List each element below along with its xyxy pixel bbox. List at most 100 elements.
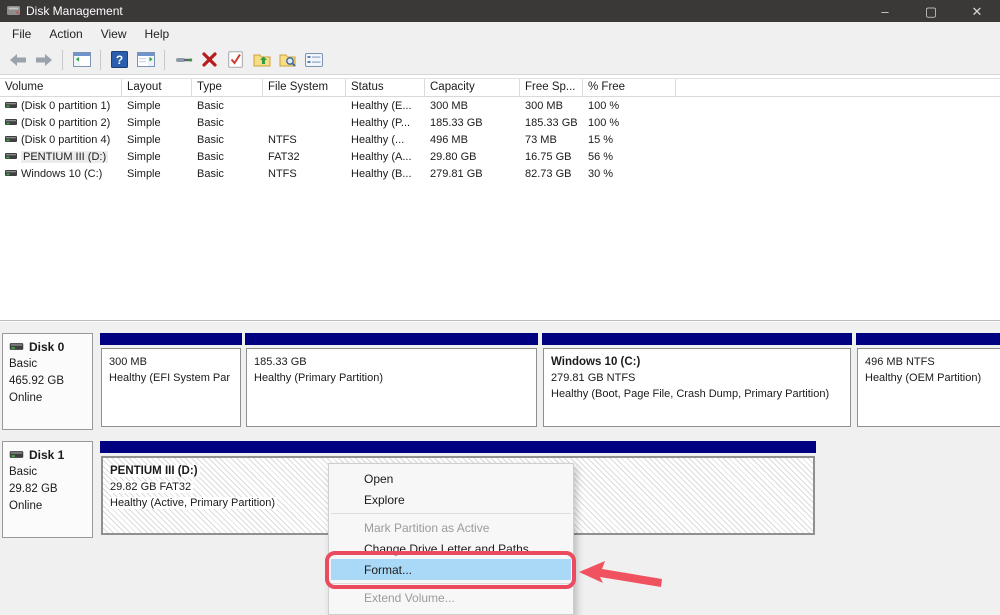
volume-name: PENTIUM III (D:) [21,151,108,163]
folder-up-icon[interactable] [251,49,272,70]
table-row[interactable]: PENTIUM III (D:)SimpleBasicFAT32Healthy … [0,148,1000,165]
volume-list-rows: (Disk 0 partition 1)SimpleBasicHealthy (… [0,97,1000,182]
device-tool-icon[interactable] [173,49,194,70]
table-cell: Simple [122,100,192,112]
partition-size: 279.81 GB NTFS [551,370,843,386]
context-menu-item-format[interactable]: Format... [331,559,571,580]
column-header[interactable]: % Free [583,79,676,96]
partition[interactable]: 496 MB NTFSHealthy (OEM Partition) [856,333,1000,430]
table-cell: (Disk 0 partition 4) [0,134,122,146]
console-tree-icon[interactable] [71,49,92,70]
disk-label-box[interactable]: Disk 0Basic465.92 GBOnline [2,333,93,430]
properties-icon[interactable] [303,49,324,70]
context-menu-item-mark-partition-as-active: Mark Partition as Active [331,517,571,538]
check-document-icon[interactable] [225,49,246,70]
context-menu-item-explore[interactable]: Explore [331,489,571,510]
partition-size: 496 MB NTFS [865,354,1000,370]
menu-separator [331,583,571,584]
minimize-button[interactable]: – [862,0,908,22]
table-cell: FAT32 [263,151,346,163]
table-cell: 279.81 GB [425,168,520,180]
table-cell: 300 MB [425,100,520,112]
volume-disk-icon [5,100,17,112]
window-controls: – ▢ ✕ [862,0,1000,22]
column-header[interactable]: Free Sp... [520,79,583,96]
menu-help[interactable]: Help [136,22,179,45]
partitions-area: 300 MBHealthy (EFI System Par185.33 GBHe… [97,333,1000,430]
partition-color-strip [856,333,1000,345]
table-cell: Healthy (... [346,134,425,146]
disk-icon [9,447,24,464]
table-row[interactable]: (Disk 0 partition 4)SimpleBasicNTFSHealt… [0,131,1000,148]
forward-icon[interactable] [33,49,54,70]
column-header[interactable]: Status [346,79,425,96]
delete-icon[interactable] [199,49,220,70]
table-cell: NTFS [263,168,346,180]
table-cell: Basic [192,151,263,163]
table-cell: 300 MB [520,100,583,112]
partition-info-box: 185.33 GBHealthy (Primary Partition) [246,348,537,427]
folder-search-icon[interactable] [277,49,298,70]
partition-color-strip [542,333,852,345]
disk-label-box[interactable]: Disk 1Basic29.82 GBOnline [2,441,93,538]
table-cell: (Disk 0 partition 1) [0,100,122,112]
table-cell: Windows 10 (C:) [0,168,122,180]
partition-color-strip [245,333,538,345]
column-header[interactable]: Volume [0,79,122,96]
table-cell: Simple [122,168,192,180]
table-cell: Healthy (E... [346,100,425,112]
partition-status: Healthy (Primary Partition) [254,370,529,386]
context-menu: OpenExplore Mark Partition as ActiveChang… [328,463,574,615]
partition-info-box: Windows 10 (C:)279.81 GB NTFSHealthy (Bo… [543,348,851,427]
context-menu-item-change-drive-letter-and-paths[interactable]: Change Drive Letter and Paths... [331,538,571,559]
table-cell: NTFS [263,134,346,146]
table-cell: Simple [122,117,192,129]
toolbar-separator [100,50,101,70]
table-row[interactable]: Windows 10 (C:)SimpleBasicNTFSHealthy (B… [0,165,1000,182]
menu-separator [331,513,571,514]
menu-view[interactable]: View [92,22,136,45]
table-cell: Simple [122,151,192,163]
table-cell: Healthy (P... [346,117,425,129]
help-icon[interactable]: ? [109,49,130,70]
menu-file[interactable]: File [3,22,40,45]
menu-action[interactable]: Action [40,22,91,45]
table-row[interactable]: (Disk 0 partition 2)SimpleBasicHealthy (… [0,114,1000,131]
volume-name: (Disk 0 partition 1) [21,100,110,112]
close-button[interactable]: ✕ [954,0,1000,22]
table-cell: 56 % [583,151,676,163]
disk-kind: Basic [9,356,92,373]
toolbar-separator [164,50,165,70]
context-menu-item-open[interactable]: Open [331,468,571,489]
column-header[interactable]: File System [263,79,346,96]
table-row[interactable]: (Disk 0 partition 1)SimpleBasicHealthy (… [0,97,1000,114]
disk-status: Online [9,498,92,515]
partition[interactable]: 300 MBHealthy (EFI System Par [100,333,242,430]
volume-disk-icon [5,134,17,146]
volume-name: (Disk 0 partition 2) [21,117,110,129]
disk-management-app-icon [7,5,21,17]
column-header[interactable]: Type [192,79,263,96]
back-icon[interactable] [7,49,28,70]
disk-size: 465.92 GB [9,373,92,390]
column-header[interactable]: Layout [122,79,192,96]
partition[interactable]: 185.33 GBHealthy (Primary Partition) [245,333,538,430]
volume-name: Windows 10 (C:) [21,168,102,180]
disk-kind: Basic [9,464,92,481]
table-cell: 100 % [583,100,676,112]
table-cell: 100 % [583,117,676,129]
partition-size: 300 MB [109,354,233,370]
volume-disk-icon [5,151,17,163]
partition[interactable]: Windows 10 (C:)279.81 GB NTFSHealthy (Bo… [542,333,852,430]
table-cell: 29.80 GB [425,151,520,163]
column-header[interactable]: Capacity [425,79,520,96]
table-cell: Basic [192,168,263,180]
action-pane-icon[interactable] [135,49,156,70]
partition-size: 185.33 GB [254,354,529,370]
partition-color-strip [100,441,816,453]
toolbar: ? [0,45,1000,75]
volume-list-panel: VolumeLayoutTypeFile SystemStatusCapacit… [0,76,1000,319]
maximize-button[interactable]: ▢ [908,0,954,22]
toolbar-separator [62,50,63,70]
table-cell: Simple [122,134,192,146]
